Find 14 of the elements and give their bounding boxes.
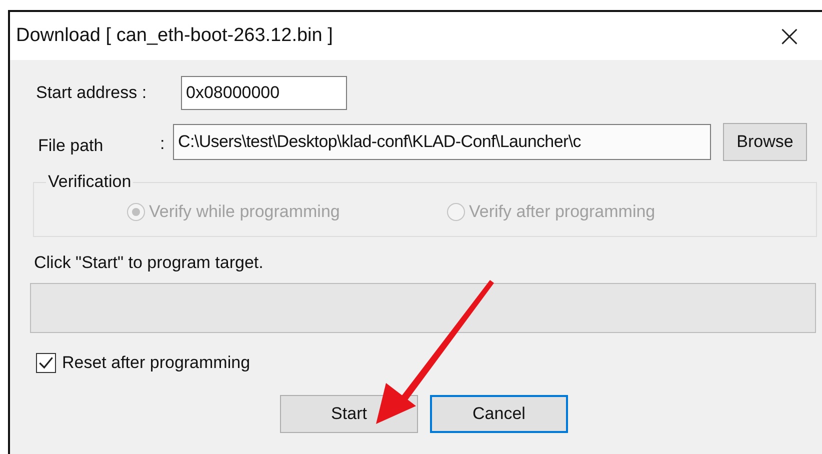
checkbox-label: Reset after programming	[62, 353, 250, 373]
field-label: Start address :	[35, 83, 148, 103]
separator-text: :	[160, 133, 166, 154]
window-title: Download [ can_eth-boot-263.12.bin ]	[16, 25, 333, 47]
close-button[interactable]: ×	[772, 18, 806, 54]
status-text: Click "Start" to program target.	[33, 253, 264, 273]
browse-button[interactable]: Browse	[723, 123, 807, 161]
radio-label: Verify while programming	[149, 202, 340, 222]
checkbox[interactable]	[36, 353, 56, 373]
radio-label: Verify after programming	[469, 202, 656, 222]
field-label: File path	[37, 135, 104, 156]
cancel-button[interactable]: Cancel	[430, 395, 568, 433]
start-address-field[interactable]: 0x08000000	[181, 76, 347, 110]
file-path-field[interactable]: C:\Users\test\Desktop\klad-conf\KLAD-Conf\Launcher\c	[173, 124, 711, 160]
